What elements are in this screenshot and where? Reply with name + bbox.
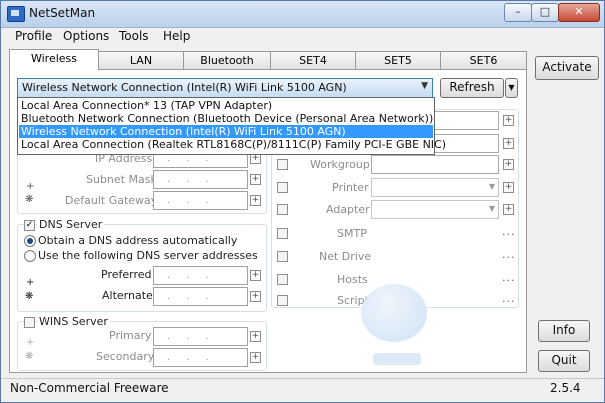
smtp-more-button[interactable]: ...	[502, 225, 516, 238]
adapter-option-bluetooth[interactable]: Bluetooth Network Connection (Bluetooth …	[19, 112, 433, 125]
settings-icon[interactable]: ❋	[25, 351, 33, 362]
net-drive-label: Net Drive	[319, 250, 372, 263]
chevron-down-icon: ▼	[421, 81, 428, 91]
quit-button[interactable]: Quit	[538, 350, 590, 372]
adapter-setting-select[interactable]: ▼	[371, 200, 499, 219]
add-icon[interactable]: +	[26, 337, 34, 348]
network-globe-icon	[361, 284, 427, 342]
tab-set4[interactable]: SET4	[270, 51, 356, 69]
close-button[interactable]: ✕	[558, 3, 600, 22]
computer-stand-icon	[373, 353, 421, 365]
app-logo-icon	[7, 6, 25, 22]
chevron-down-icon: ▼	[488, 204, 495, 213]
dns-manual-radio[interactable]	[24, 250, 36, 262]
dns-auto-label: Obtain a DNS address automatically	[38, 234, 238, 247]
tab-bluetooth[interactable]: Bluetooth	[183, 51, 271, 69]
dns-server-checkbox[interactable]: ✓	[24, 220, 35, 231]
default-gateway-label: Default Gateway	[65, 194, 158, 207]
tab-set6[interactable]: SET6	[440, 51, 527, 69]
subnet-mask-label: Subnet Mask	[86, 173, 157, 186]
activate-button[interactable]: Activate	[535, 56, 599, 80]
refresh-options-button[interactable]: ▼	[505, 78, 518, 98]
hosts-label: Hosts	[337, 273, 368, 286]
status-separator	[1, 378, 604, 379]
tab-set5[interactable]: SET5	[355, 51, 441, 69]
wins-server-label: WINS Server	[37, 315, 110, 328]
window-title: NetSetMan	[29, 6, 96, 20]
add-icon[interactable]: +	[26, 181, 34, 192]
maximize-button[interactable]: □	[531, 3, 559, 22]
expand-icon[interactable]: +	[503, 115, 514, 126]
workgroup-checkbox[interactable]	[277, 159, 288, 170]
alternate-dns-label: Alternate	[102, 289, 153, 302]
expand-icon[interactable]: +	[250, 331, 261, 342]
menu-bar: Profile Options Tools Help	[1, 28, 604, 46]
adapter-select[interactable]: Wireless Network Connection (Intel(R) Wi…	[17, 78, 433, 98]
default-gateway-input[interactable]: ...	[153, 191, 248, 210]
hosts-checkbox[interactable]	[277, 274, 288, 285]
preferred-dns-input[interactable]: ...	[153, 266, 248, 285]
license-status: Non-Commercial Freeware	[10, 381, 169, 395]
menu-options[interactable]: Options	[63, 29, 109, 43]
wins-server-checkbox[interactable]	[24, 317, 35, 328]
adapter-checkbox[interactable]	[277, 204, 288, 215]
net-drive-more-button[interactable]: ...	[502, 248, 516, 261]
printer-checkbox[interactable]	[277, 182, 288, 193]
expand-icon[interactable]: +	[250, 195, 261, 206]
expand-icon[interactable]: +	[250, 270, 261, 281]
expand-icon[interactable]: +	[503, 204, 514, 215]
menu-profile[interactable]: Profile	[15, 29, 52, 43]
script-checkbox[interactable]	[277, 295, 288, 306]
title-bar: NetSetMan – □ ✕	[1, 1, 604, 28]
adapter-option-wireless[interactable]: Wireless Network Connection (Intel(R) Wi…	[19, 125, 433, 138]
profile-tabs: Wireless LAN Bluetooth SET4 SET5 SET6	[9, 49, 527, 70]
expand-icon[interactable]: +	[250, 174, 261, 185]
printer-label: Printer	[332, 181, 369, 194]
workgroup-input[interactable]	[371, 155, 499, 174]
adapter-selected: Wireless Network Connection (Intel(R) Wi…	[22, 81, 347, 94]
dns-server-label: DNS Server	[37, 218, 105, 231]
menu-help[interactable]: Help	[163, 29, 190, 43]
adapter-label: Adapter	[326, 203, 370, 216]
tab-wireless[interactable]: Wireless	[9, 49, 99, 70]
script-more-button[interactable]: ...	[502, 292, 516, 305]
tab-lan[interactable]: LAN	[98, 51, 184, 69]
smtp-label: SMTP	[337, 227, 367, 240]
secondary-wins-input[interactable]: ...	[153, 348, 248, 367]
secondary-wins-label: Secondary	[96, 350, 155, 363]
expand-icon[interactable]: +	[250, 352, 261, 363]
printer-select[interactable]: ▼	[371, 178, 499, 197]
expand-icon[interactable]: +	[503, 182, 514, 193]
primary-wins-label: Primary	[109, 329, 152, 342]
expand-icon[interactable]: +	[503, 138, 514, 149]
chevron-down-icon: ▼	[488, 182, 495, 191]
net-drive-checkbox[interactable]	[277, 251, 288, 262]
add-icon[interactable]: +	[26, 277, 34, 288]
hosts-more-button[interactable]: ...	[502, 271, 516, 284]
settings-icon[interactable]: ❋	[25, 194, 33, 205]
version-label: 2.5.4	[550, 381, 581, 395]
expand-icon[interactable]: +	[503, 159, 514, 170]
dns-auto-radio[interactable]	[24, 235, 36, 247]
adapter-option-realtek[interactable]: Local Area Connection (Realtek RTL8168C(…	[19, 138, 446, 151]
primary-wins-input[interactable]: ...	[153, 327, 248, 346]
alternate-dns-input[interactable]: ...	[153, 287, 248, 306]
subnet-mask-input[interactable]: ...	[153, 170, 248, 189]
workgroup-label: Workgroup	[310, 158, 370, 171]
expand-icon[interactable]: +	[250, 291, 261, 302]
app-window: NetSetMan – □ ✕ Profile Options Tools He…	[0, 0, 605, 403]
smtp-checkbox[interactable]	[277, 228, 288, 239]
refresh-button[interactable]: Refresh	[440, 78, 504, 98]
menu-tools[interactable]: Tools	[119, 29, 149, 43]
info-button[interactable]: Info	[538, 320, 590, 342]
dns-manual-label: Use the following DNS server addresses	[38, 249, 258, 262]
settings-icon[interactable]: ❋	[25, 291, 33, 302]
adapter-dropdown-list: Local Area Connection* 13 (TAP VPN Adapt…	[17, 97, 446, 155]
adapter-option-tap[interactable]: Local Area Connection* 13 (TAP VPN Adapt…	[19, 99, 433, 112]
minimize-button[interactable]: –	[504, 3, 532, 22]
preferred-dns-label: Preferred	[101, 268, 152, 281]
